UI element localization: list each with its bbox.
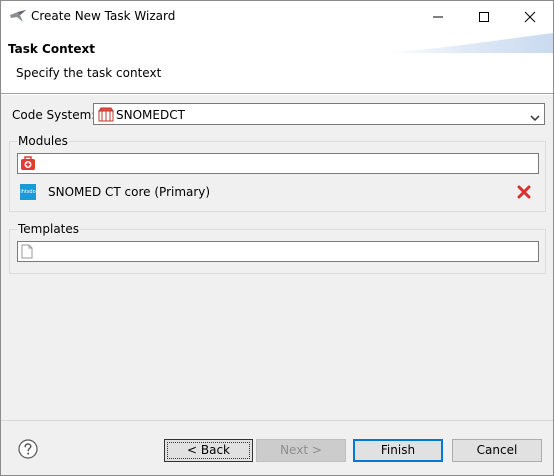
code-system-label: Code System:	[12, 108, 96, 122]
templates-group-label: Templates	[17, 222, 81, 236]
remove-icon[interactable]	[517, 185, 531, 199]
code-system-icon	[98, 107, 114, 122]
templates-search-field[interactable]	[17, 241, 539, 262]
chevron-down-icon[interactable]	[530, 111, 540, 125]
document-icon	[20, 244, 34, 262]
window-title: Create New Task Wizard	[31, 9, 176, 23]
help-icon[interactable]	[18, 439, 38, 459]
maximize-icon	[479, 12, 489, 22]
cancel-button[interactable]: Cancel	[452, 439, 542, 462]
page-title: Task Context	[8, 42, 95, 56]
maximize-button[interactable]	[461, 1, 507, 31]
banner-decoration	[381, 33, 553, 53]
code-system-select[interactable]: SNOMEDCT	[93, 103, 545, 125]
close-icon	[524, 11, 536, 23]
title-bar[interactable]: Create New Task Wizard	[1, 1, 553, 31]
next-button[interactable]: Next >	[256, 439, 346, 462]
modules-search-field[interactable]	[17, 153, 539, 174]
module-list-item[interactable]: ihtsdo SNOMED CT core (Primary)	[17, 181, 537, 203]
back-button[interactable]: < Back	[164, 439, 253, 462]
wizard-window: Create New Task Wizard Task Context Spec…	[0, 0, 554, 476]
minimize-icon	[433, 16, 443, 18]
code-system-value: SNOMEDCT	[116, 108, 185, 122]
minimize-button[interactable]	[415, 1, 461, 31]
banner-separator	[1, 93, 553, 95]
close-button[interactable]	[507, 1, 553, 31]
app-icon	[9, 9, 27, 23]
medical-kit-icon	[20, 156, 36, 174]
modules-group-label: Modules	[17, 134, 69, 148]
module-logo: ihtsdo	[20, 184, 36, 200]
finish-button[interactable]: Finish	[353, 439, 443, 462]
module-label: SNOMED CT core (Primary)	[48, 185, 211, 199]
page-subtitle: Specify the task context	[16, 66, 162, 80]
footer-separator	[1, 420, 553, 421]
wizard-banner: Task Context Specify the task context	[1, 31, 553, 93]
